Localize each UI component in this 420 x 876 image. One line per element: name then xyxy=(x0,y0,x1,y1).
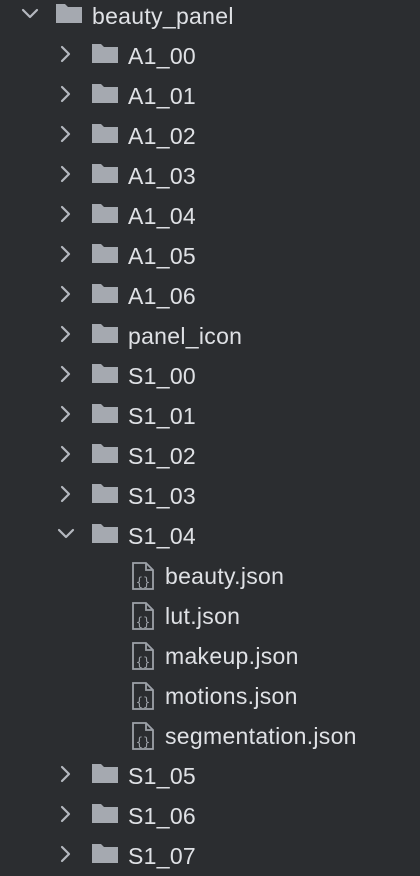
folder-icon xyxy=(91,841,119,865)
svg-text:{}: {} xyxy=(136,735,150,749)
folder-label: A1_00 xyxy=(128,43,197,69)
folder-icon xyxy=(91,361,119,385)
folder-label: S1_07 xyxy=(128,843,197,869)
folder-icon xyxy=(55,1,83,25)
folder-label: A1_04 xyxy=(128,203,197,229)
tree-row-s1-07[interactable]: S1_07 xyxy=(0,836,420,876)
tree-row-s1-01[interactable]: S1_01 xyxy=(0,396,420,436)
chevron-right-icon[interactable] xyxy=(56,804,76,824)
chevron-down-icon[interactable] xyxy=(20,4,40,24)
tree-row-s1-00[interactable]: S1_00 xyxy=(0,356,420,396)
tree-row-motions-json[interactable]: {} motions.json xyxy=(0,676,420,716)
chevron-right-icon[interactable] xyxy=(56,44,76,64)
json-file-icon: {} xyxy=(132,562,156,590)
folder-label: A1_01 xyxy=(128,83,197,109)
chevron-down-icon[interactable] xyxy=(56,524,76,544)
json-file-icon: {} xyxy=(132,682,156,710)
folder-label: beauty_panel xyxy=(92,3,234,29)
svg-text:{}: {} xyxy=(136,615,150,629)
svg-text:{}: {} xyxy=(136,655,150,669)
file-label: beauty.json xyxy=(165,563,285,589)
folder-icon xyxy=(91,41,119,65)
chevron-right-icon[interactable] xyxy=(56,844,76,864)
tree-row-a1-05[interactable]: A1_05 xyxy=(0,236,420,276)
file-label: lut.json xyxy=(165,603,241,629)
folder-icon xyxy=(91,201,119,225)
tree-row-panel-icon[interactable]: panel_icon xyxy=(0,316,420,356)
file-label: motions.json xyxy=(165,683,298,709)
json-file-icon: {} xyxy=(132,602,156,630)
folder-icon xyxy=(91,241,119,265)
folder-icon xyxy=(91,81,119,105)
tree-row-s1-06[interactable]: S1_06 xyxy=(0,796,420,836)
folder-label: A1_06 xyxy=(128,283,197,309)
folder-label: S1_02 xyxy=(128,443,197,469)
tree-row-a1-02[interactable]: A1_02 xyxy=(0,116,420,156)
folder-icon xyxy=(91,121,119,145)
tree-row-beauty-json[interactable]: {} beauty.json xyxy=(0,556,420,596)
chevron-right-icon[interactable] xyxy=(56,244,76,264)
tree-row-a1-03[interactable]: A1_03 xyxy=(0,156,420,196)
folder-icon xyxy=(91,401,119,425)
chevron-right-icon[interactable] xyxy=(56,364,76,384)
chevron-right-icon[interactable] xyxy=(56,204,76,224)
folder-icon xyxy=(91,161,119,185)
tree-row-s1-04[interactable]: S1_04 xyxy=(0,516,420,556)
chevron-right-icon[interactable] xyxy=(56,404,76,424)
tree-row-makeup-json[interactable]: {} makeup.json xyxy=(0,636,420,676)
folder-label: panel_icon xyxy=(128,323,243,349)
tree-row-segmentation-json[interactable]: {} segmentation.json xyxy=(0,716,420,756)
tree-row-a1-04[interactable]: A1_04 xyxy=(0,196,420,236)
folder-icon xyxy=(91,481,119,505)
folder-icon xyxy=(91,521,119,545)
folder-icon xyxy=(91,801,119,825)
chevron-right-icon[interactable] xyxy=(56,124,76,144)
chevron-right-icon[interactable] xyxy=(56,164,76,184)
json-file-icon: {} xyxy=(132,722,156,750)
tree-row-a1-00[interactable]: A1_00 xyxy=(0,36,420,76)
chevron-right-icon[interactable] xyxy=(56,484,76,504)
folder-label: S1_03 xyxy=(128,483,197,509)
chevron-right-icon[interactable] xyxy=(56,84,76,104)
folder-label: A1_03 xyxy=(128,163,197,189)
tree-row-lut-json[interactable]: {} lut.json xyxy=(0,596,420,636)
folder-label: S1_04 xyxy=(128,523,197,549)
folder-label: S1_05 xyxy=(128,763,197,789)
folder-icon xyxy=(91,321,119,345)
chevron-right-icon[interactable] xyxy=(56,324,76,344)
folder-label: A1_05 xyxy=(128,243,197,269)
tree-row-beauty-panel[interactable]: beauty_panel xyxy=(0,0,420,36)
tree-row-s1-03[interactable]: S1_03 xyxy=(0,476,420,516)
file-label: segmentation.json xyxy=(165,723,357,749)
folder-label: S1_06 xyxy=(128,803,197,829)
tree-row-a1-01[interactable]: A1_01 xyxy=(0,76,420,116)
tree-row-s1-05[interactable]: S1_05 xyxy=(0,756,420,796)
folder-label: S1_01 xyxy=(128,403,197,429)
chevron-right-icon[interactable] xyxy=(56,764,76,784)
project-tree: beauty_panel A1_00 A1_01 A1_02 A1_03 A1_… xyxy=(0,0,420,876)
chevron-right-icon[interactable] xyxy=(56,444,76,464)
svg-text:{}: {} xyxy=(136,695,150,709)
tree-row-a1-06[interactable]: A1_06 xyxy=(0,276,420,316)
folder-label: A1_02 xyxy=(128,123,197,149)
svg-text:{}: {} xyxy=(136,575,150,589)
chevron-right-icon[interactable] xyxy=(56,284,76,304)
folder-icon xyxy=(91,281,119,305)
folder-icon xyxy=(91,441,119,465)
folder-icon xyxy=(91,761,119,785)
file-label: makeup.json xyxy=(165,643,299,669)
json-file-icon: {} xyxy=(132,642,156,670)
tree-row-s1-02[interactable]: S1_02 xyxy=(0,436,420,476)
folder-label: S1_00 xyxy=(128,363,197,389)
